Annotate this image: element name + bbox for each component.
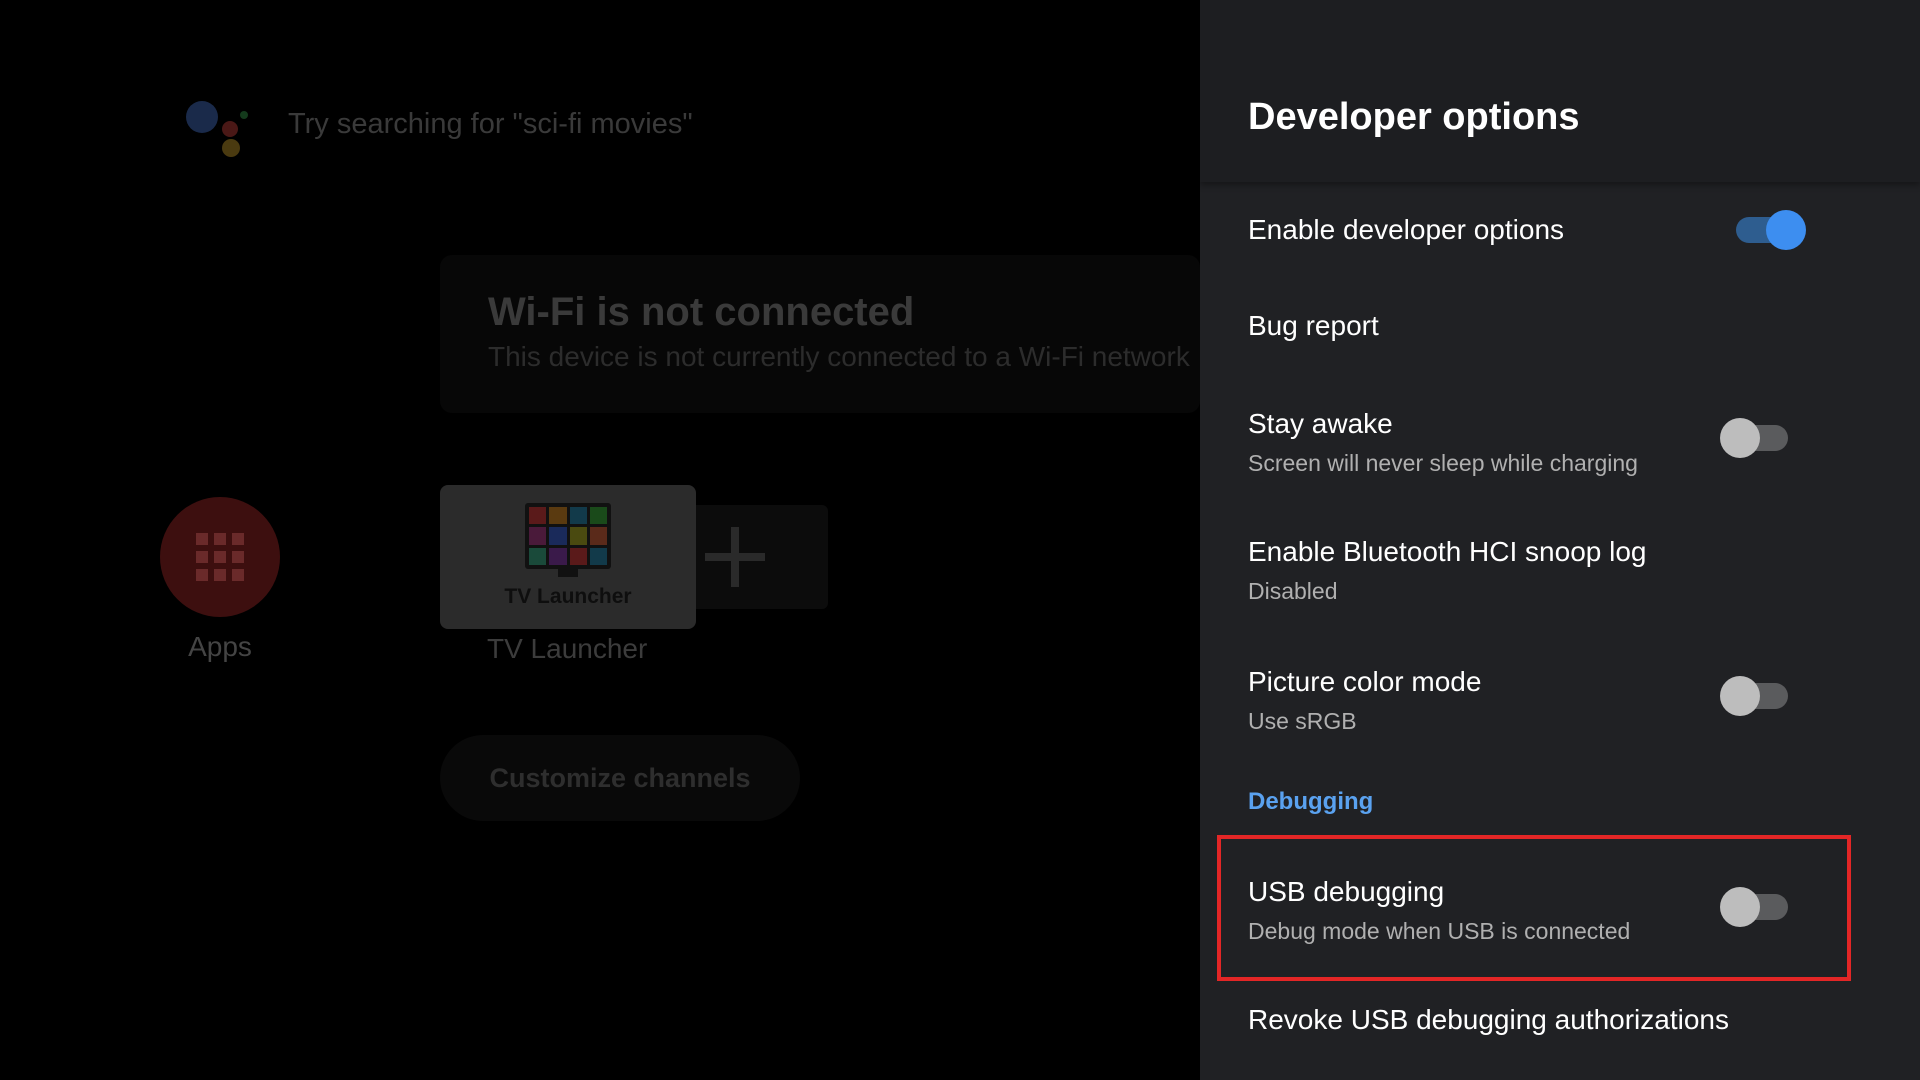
item-title: Enable Bluetooth HCI snoop log [1248,536,1647,567]
search-hint: Try searching for "sci-fi movies" [288,108,693,140]
wifi-warning-subtitle: This device is not currently connected t… [488,341,1190,372]
tile-name: TV Launcher [504,585,632,608]
item-subtitle: Use sRGB [1248,708,1357,734]
revoke-usb-debugging-item[interactable]: Revoke USB debugging authorizations [1200,974,1920,1080]
item-subtitle: Screen will never sleep while charging [1248,450,1638,476]
picture-color-mode-item[interactable]: Picture color mode Use sRGB [1200,634,1920,764]
customize-channels-button: Customize channels [440,735,800,821]
apps-label: Apps [188,631,252,662]
panel-title: Developer options [1248,96,1580,138]
item-title: Picture color mode [1248,666,1482,697]
item-title: Enable developer options [1248,214,1565,245]
tv-launcher-tile: TV Launcher [440,485,696,629]
wifi-warning-title: Wi-Fi is not connected [488,290,915,334]
panel-header: Developer options [1200,0,1920,182]
apps-button [160,497,280,617]
usb-debugging-highlight [1217,835,1851,981]
item-title: Revoke USB debugging authorizations [1248,1004,1729,1035]
stay-awake-item[interactable]: Stay awake Screen will never sleep while… [1200,374,1920,504]
item-subtitle: Disabled [1248,578,1338,604]
item-title: Stay awake [1248,408,1393,439]
bug-report-item[interactable]: Bug report [1200,278,1920,374]
item-title: Bug report [1248,310,1379,341]
bluetooth-hci-snoop-log-item[interactable]: Enable Bluetooth HCI snoop log Disabled [1200,504,1920,634]
tv-launcher-icon [525,503,611,569]
tv-launcher-label: TV Launcher [487,633,648,664]
google-assistant-icon [186,101,250,157]
debugging-section-header: Debugging [1248,788,1374,815]
apps-grid-icon [196,533,244,581]
enable-developer-options-item[interactable]: Enable developer options [1200,182,1920,278]
